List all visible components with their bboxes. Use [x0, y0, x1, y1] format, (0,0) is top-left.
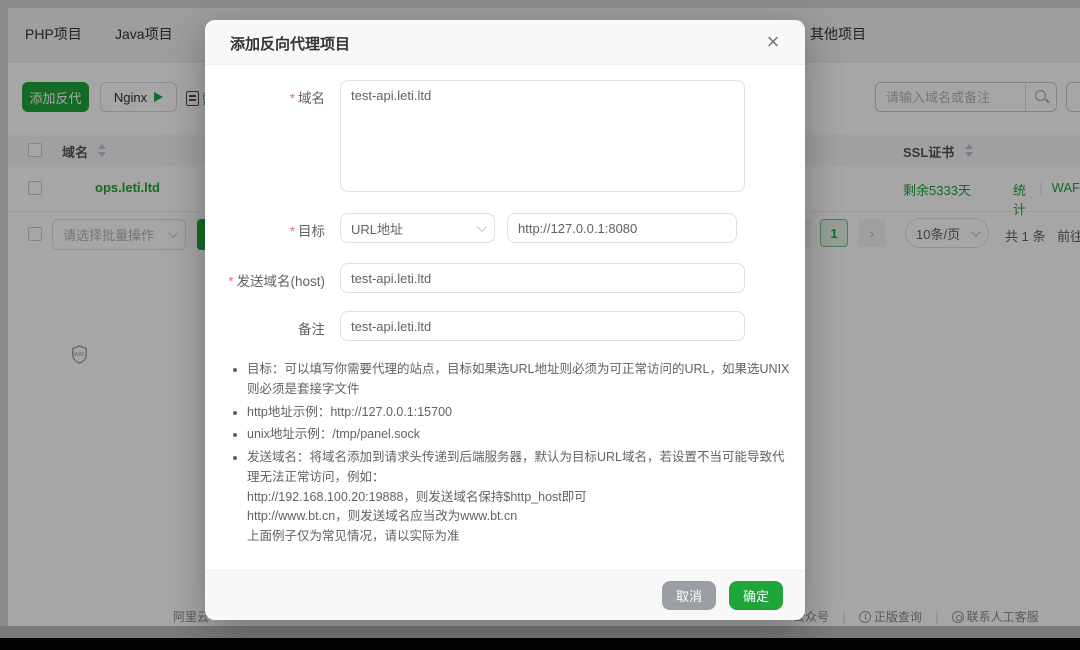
dialog-footer: 取消 确定 — [205, 570, 805, 620]
tip-target: 目标：可以填写你需要代理的站点，目标如果选URL地址则必须为可正常访问的URL，… — [247, 360, 795, 400]
target-label-text: 目标 — [298, 224, 325, 239]
required-mark: * — [228, 274, 233, 289]
remark-label-text: 备注 — [298, 322, 325, 337]
close-icon[interactable]: × — [759, 28, 787, 56]
target-type-select[interactable]: URL地址 — [340, 213, 495, 243]
target-field-label: *目标 — [207, 220, 325, 240]
tip-send-host: 发送域名：将域名添加到请求头传递到后端服务器，默认为目标URL域名，若设置不当可… — [247, 448, 795, 547]
cancel-button[interactable]: 取消 — [662, 581, 716, 610]
remark-field-label: 备注 — [207, 318, 325, 338]
domain-textarea[interactable]: test-api.leti.ltd — [340, 80, 745, 192]
help-tips-list: 目标：可以填写你需要代理的站点，目标如果选URL地址则必须为可正常访问的URL，… — [247, 360, 795, 550]
domain-field-label: *域名 — [207, 87, 325, 107]
target-url-input[interactable] — [507, 213, 737, 243]
host-field-label: *发送域名(host) — [207, 270, 325, 290]
domain-label-text: 域名 — [298, 91, 325, 106]
chevron-down-icon — [477, 222, 487, 232]
dialog-header: 添加反向代理项目 × — [205, 20, 805, 65]
required-mark: * — [290, 224, 295, 239]
tip-unix-example: unix地址示例：/tmp/panel.sock — [247, 425, 795, 445]
remark-input[interactable] — [340, 311, 745, 341]
dialog-title: 添加反向代理项目 — [230, 33, 350, 54]
add-reverse-proxy-dialog: 添加反向代理项目 × *域名 test-api.leti.ltd *目标 URL… — [205, 20, 805, 620]
required-mark: * — [290, 91, 295, 106]
tip-http-example: http地址示例：http://127.0.0.1:15700 — [247, 403, 795, 423]
confirm-button[interactable]: 确定 — [729, 581, 783, 610]
target-type-value: URL地址 — [351, 219, 403, 238]
host-label-text: 发送域名(host) — [236, 274, 325, 289]
host-input[interactable] — [340, 263, 745, 293]
